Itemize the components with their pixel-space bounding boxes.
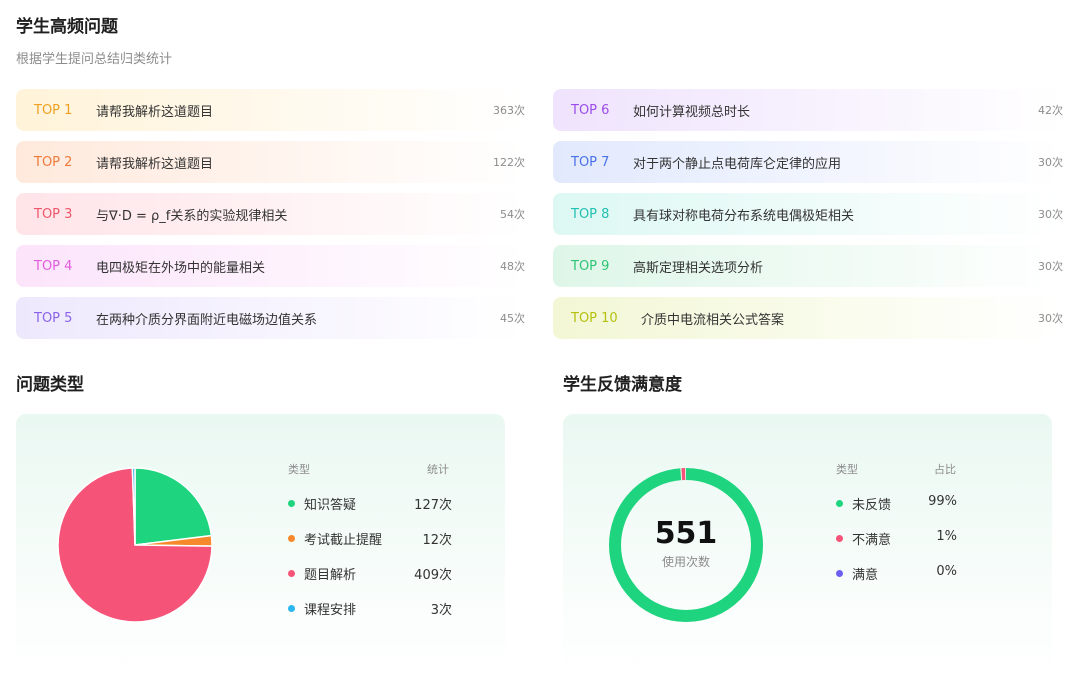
top-question-item[interactable]: TOP 7 对于两个静止点电荷库仑定律的应用 30次: [553, 141, 1063, 183]
satisfaction-card: 551 使用次数 类型 占比 未反馈 99% 不满意 1% 满意 0%: [563, 414, 1052, 676]
top-question-count: 42次: [1038, 104, 1063, 117]
legend-value: 12次: [422, 533, 452, 548]
legend-value: 127次: [414, 498, 452, 513]
top-question-count: 30次: [1038, 312, 1063, 325]
top-question-text: 与∇·D = ρ_f关系的实验规律相关: [96, 208, 288, 224]
top-question-count: 54次: [500, 208, 525, 221]
top-rank-label: TOP 10: [571, 310, 618, 326]
satisfaction-title: 学生反馈满意度: [563, 375, 682, 395]
legend-value: 409次: [414, 568, 452, 583]
top-rank-label: TOP 8: [571, 206, 610, 222]
top-question-count: 45次: [500, 312, 525, 325]
top-question-count: 30次: [1038, 156, 1063, 169]
legend-dot-icon: [836, 570, 843, 577]
top-question-item[interactable]: TOP 9 高斯定理相关选项分析 30次: [553, 245, 1063, 287]
legend-dot-icon: [288, 605, 295, 612]
top-question-item[interactable]: TOP 4 电四极矩在外场中的能量相关 48次: [16, 245, 525, 287]
legend-header-count: 统计: [427, 463, 449, 476]
page-subtitle: 根据学生提问总结归类统计: [16, 52, 173, 67]
legend-item: 满意: [836, 564, 878, 583]
top-question-item[interactable]: TOP 1 请帮我解析这道题目 363次: [16, 89, 525, 131]
donut-center: 551 使用次数: [609, 516, 763, 570]
legend-label: 考试截止提醒: [304, 533, 383, 548]
pie-slice[interactable]: [134, 467, 213, 546]
top-rank-label: TOP 3: [34, 206, 73, 222]
legend-item: 题目解析: [288, 564, 356, 583]
top-question-item[interactable]: TOP 6 如何计算视频总时长 42次: [553, 89, 1063, 131]
top-question-count: 30次: [1038, 260, 1063, 273]
top-question-text: 电四极矩在外场中的能量相关: [96, 260, 266, 276]
legend-label: 满意: [852, 568, 879, 583]
top-rank-label: TOP 6: [571, 102, 610, 118]
sat-legend-header-ratio: 占比: [934, 463, 956, 476]
legend-value: 0%: [936, 564, 957, 579]
legend-label: 知识答疑: [304, 498, 357, 513]
top-rank-label: TOP 1: [34, 102, 73, 118]
legend-header-type: 类型: [288, 463, 310, 476]
legend-dot-icon: [836, 535, 843, 542]
legend-label: 未反馈: [852, 498, 892, 513]
sat-legend-header-type: 类型: [836, 463, 858, 476]
legend-dot-icon: [836, 500, 843, 507]
legend-label: 不满意: [852, 533, 892, 548]
legend-value: 1%: [936, 529, 957, 544]
legend-item: 知识答疑: [288, 494, 356, 513]
usage-count: 551: [654, 516, 718, 551]
top-question-count: 48次: [500, 260, 525, 273]
legend-value: 99%: [928, 494, 957, 509]
top-question-count: 122次: [493, 156, 525, 169]
legend-label: 题目解析: [304, 568, 357, 583]
legend-dot-icon: [288, 535, 295, 542]
legend-item: 不满意: [836, 529, 891, 548]
top-question-item[interactable]: TOP 10 介质中电流相关公式答案 30次: [553, 297, 1063, 339]
top-question-item[interactable]: TOP 8 具有球对称电荷分布系统电偶极矩相关 30次: [553, 193, 1063, 235]
usage-label: 使用次数: [661, 555, 710, 569]
top-question-text: 请帮我解析这道题目: [96, 156, 214, 172]
top-rank-label: TOP 7: [571, 154, 610, 170]
question-types-title: 问题类型: [16, 375, 84, 395]
top-question-item[interactable]: TOP 2 请帮我解析这道题目 122次: [16, 141, 525, 183]
legend-item: 考试截止提醒: [288, 529, 382, 548]
page-title: 学生高频问题: [16, 17, 118, 37]
top-question-count: 30次: [1038, 208, 1063, 221]
legend-item: 未反馈: [836, 494, 891, 513]
top-question-text: 如何计算视频总时长: [633, 104, 751, 120]
legend-item: 课程安排: [288, 599, 356, 618]
legend-dot-icon: [288, 500, 295, 507]
legend-label: 课程安排: [304, 603, 357, 618]
top-question-count: 363次: [493, 104, 525, 117]
top-rank-label: TOP 2: [34, 154, 73, 170]
top-question-item[interactable]: TOP 3 与∇·D = ρ_f关系的实验规律相关 54次: [16, 193, 525, 235]
top-rank-label: TOP 9: [571, 258, 610, 274]
top-question-text: 在两种介质分界面附近电磁场边值关系: [96, 312, 318, 328]
legend-value: 3次: [430, 603, 452, 618]
top-question-text: 具有球对称电荷分布系统电偶极矩相关: [633, 208, 855, 224]
legend-dot-icon: [288, 570, 295, 577]
top-rank-label: TOP 5: [34, 310, 73, 326]
top-question-text: 对于两个静止点电荷库仑定律的应用: [633, 156, 842, 172]
top-rank-label: TOP 4: [34, 258, 73, 274]
question-types-card: 类型 统计 知识答疑 127次考试截止提醒 12次题目解析 409次课程安排 3次: [16, 414, 505, 676]
top-question-text: 介质中电流相关公式答案: [641, 312, 785, 328]
top-question-text: 高斯定理相关选项分析: [633, 260, 764, 276]
top-question-item[interactable]: TOP 5 在两种介质分界面附近电磁场边值关系 45次: [16, 297, 525, 339]
top-question-text: 请帮我解析这道题目: [96, 104, 214, 120]
